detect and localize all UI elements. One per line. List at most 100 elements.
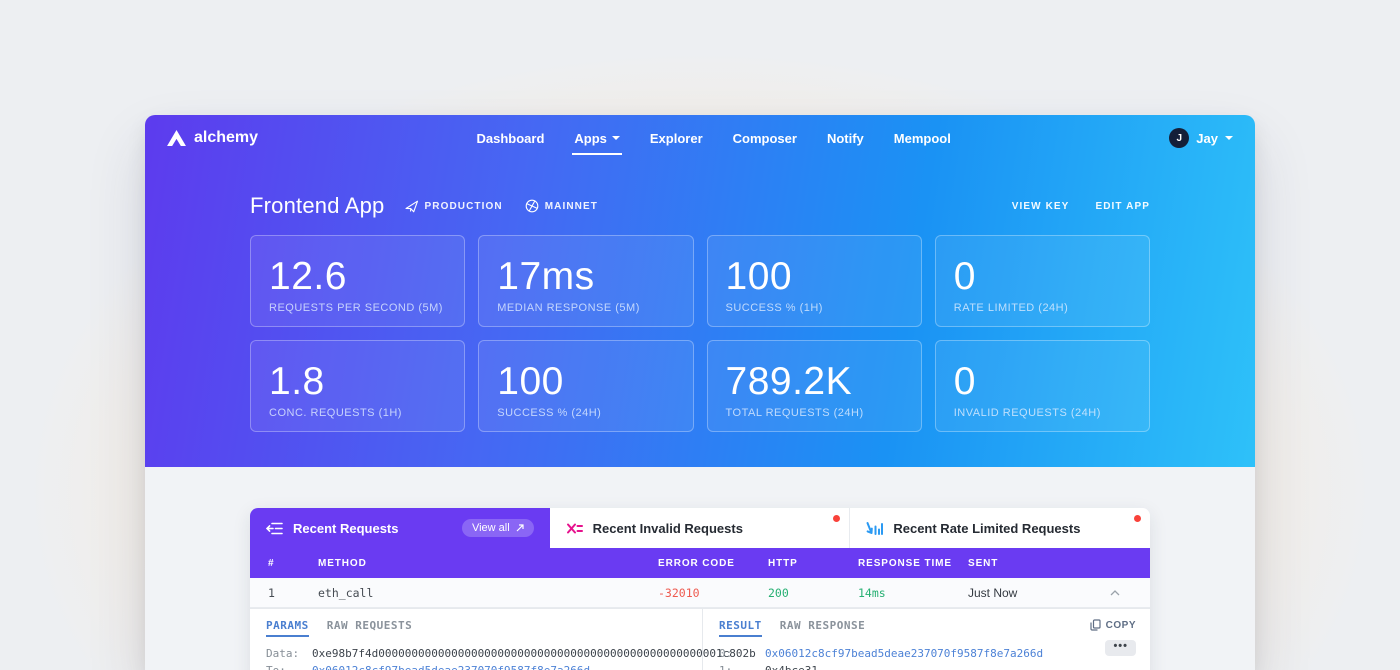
collapse-row-button[interactable] xyxy=(1110,590,1132,596)
stats-grid: 12.6 REQUESTS PER SECOND (5M) 17ms MEDIA… xyxy=(250,235,1150,432)
field-row-1: 1: 0x4bce31 xyxy=(719,662,1134,670)
field-row-data: Data: 0xe98b7f4d000000000000000000000000… xyxy=(266,645,686,662)
brand[interactable]: alchemy xyxy=(167,129,258,147)
tab-result[interactable]: RESULT xyxy=(719,619,762,637)
table-row[interactable]: 1 eth_call -32010 200 14ms Just Now xyxy=(250,578,1150,608)
request-pane-tabs: PARAMS RAW REQUESTS xyxy=(266,619,686,637)
stat-label: REQUESTS PER SECOND (5M) xyxy=(269,302,446,314)
recent-requests-icon xyxy=(266,521,283,536)
row-http-status: 200 xyxy=(768,586,858,600)
production-badge: PRODUCTION xyxy=(405,199,503,213)
stat-label: INVALID REQUESTS (24H) xyxy=(954,407,1131,419)
more-options-button[interactable]: ••• xyxy=(1105,640,1136,656)
view-key-button[interactable]: VIEW KEY xyxy=(1012,201,1070,212)
copy-icon xyxy=(1090,619,1101,631)
rate-limited-requests-icon xyxy=(866,521,883,536)
stat-value: 12.6 xyxy=(269,254,446,300)
production-badge-label: PRODUCTION xyxy=(425,201,503,212)
stat-card-requests-per-second: 12.6 REQUESTS PER SECOND (5M) xyxy=(250,235,465,327)
stat-card-invalid-requests: 0 INVALID REQUESTS (24H) xyxy=(935,340,1150,432)
tab-label: Recent Requests xyxy=(293,521,398,536)
top-navbar: alchemy Dashboard Apps Explorer Composer… xyxy=(145,115,1255,161)
user-menu[interactable]: J Jay xyxy=(1169,128,1233,148)
notification-dot xyxy=(833,515,840,522)
tab-recent-invalid-requests[interactable]: Recent Invalid Requests xyxy=(550,508,850,548)
alchemy-logo-icon xyxy=(167,130,186,147)
app-header-actions: VIEW KEY EDIT APP xyxy=(1012,201,1150,212)
address-link[interactable]: 0x06012c8cf97bead5deae237070f9587f8e7a26… xyxy=(312,662,590,670)
nav-items: Dashboard Apps Explorer Composer Notify … xyxy=(476,131,950,146)
stat-card-total-requests: 789.2K TOTAL REQUESTS (24H) xyxy=(707,340,922,432)
tab-params[interactable]: PARAMS xyxy=(266,619,309,637)
tab-label: Recent Rate Limited Requests xyxy=(893,521,1080,536)
brand-label: alchemy xyxy=(194,129,258,147)
avatar: J xyxy=(1169,128,1189,148)
tab-raw-requests[interactable]: RAW REQUESTS xyxy=(327,619,412,637)
field-value: 0xe98b7f4d000000000000000000000000000000… xyxy=(312,645,756,662)
requests-panel: Recent Requests View all Recent Invalid … xyxy=(250,508,1150,670)
notification-dot xyxy=(1134,515,1141,522)
field-label: 1: xyxy=(719,662,765,670)
hero-section: alchemy Dashboard Apps Explorer Composer… xyxy=(145,115,1255,467)
copy-label: COPY xyxy=(1106,620,1136,631)
tab-recent-requests[interactable]: Recent Requests View all xyxy=(250,508,550,548)
app-header: Frontend App PRODUCTION MAINNET VIEW KEY xyxy=(250,193,1150,219)
tab-recent-rate-limited-requests[interactable]: Recent Rate Limited Requests xyxy=(849,508,1150,548)
nav-item-notify[interactable]: Notify xyxy=(827,131,864,146)
stat-value: 789.2K xyxy=(726,359,903,405)
row-sent: Just Now xyxy=(968,586,1110,600)
column-header-error-code: ERROR CODE xyxy=(658,558,768,569)
page-title: Frontend App xyxy=(250,193,385,219)
nav-item-composer[interactable]: Composer xyxy=(733,131,797,146)
column-header-method: METHOD xyxy=(318,558,658,569)
user-name: Jay xyxy=(1196,131,1218,146)
stat-label: SUCCESS % (24H) xyxy=(497,407,674,419)
requests-tabs: Recent Requests View all Recent Invalid … xyxy=(250,508,1150,548)
external-link-icon xyxy=(516,524,524,532)
response-pane: RESULT RAW RESPONSE 0: 0x06012c8cf97bead… xyxy=(703,609,1150,670)
chevron-down-icon xyxy=(1225,136,1233,140)
stat-value: 100 xyxy=(497,359,674,405)
stat-value: 1.8 xyxy=(269,359,446,405)
stat-value: 100 xyxy=(726,254,903,300)
globe-icon xyxy=(525,199,539,213)
field-label: To: xyxy=(266,662,312,670)
field-label: 0: xyxy=(719,645,765,662)
copy-button[interactable]: COPY xyxy=(1090,619,1136,631)
field-value: 0x4bce31 xyxy=(765,662,818,670)
edit-app-button[interactable]: EDIT APP xyxy=(1095,201,1150,212)
view-all-label: View all xyxy=(472,522,510,534)
stat-card-success-1h: 100 SUCCESS % (1H) xyxy=(707,235,922,327)
lower-section: Recent Requests View all Recent Invalid … xyxy=(145,467,1255,670)
stat-label: SUCCESS % (1H) xyxy=(726,302,903,314)
row-response-time: 14ms xyxy=(858,586,968,600)
stat-label: MEDIAN RESPONSE (5M) xyxy=(497,302,674,314)
tab-raw-response[interactable]: RAW RESPONSE xyxy=(780,619,865,637)
stat-label: RATE LIMITED (24H) xyxy=(954,302,1131,314)
stat-card-median-response: 17ms MEDIAN RESPONSE (5M) xyxy=(478,235,693,327)
address-link[interactable]: 0x06012c8cf97bead5deae237070f9587f8e7a26… xyxy=(765,645,1043,662)
stat-card-rate-limited: 0 RATE LIMITED (24H) xyxy=(935,235,1150,327)
rocket-icon xyxy=(405,200,419,213)
column-header-http: HTTP xyxy=(768,558,858,569)
mainnet-badge: MAINNET xyxy=(525,199,598,213)
row-method: eth_call xyxy=(318,586,658,600)
nav-item-apps[interactable]: Apps xyxy=(574,131,620,146)
view-all-button[interactable]: View all xyxy=(462,519,534,537)
app-badges: PRODUCTION MAINNET xyxy=(405,199,599,213)
column-header-response-time: RESPONSE TIME xyxy=(858,558,968,569)
field-row-to: To: 0x06012c8cf97bead5deae237070f9587f8e… xyxy=(266,662,686,670)
stat-card-conc-requests: 1.8 CONC. REQUESTS (1H) xyxy=(250,340,465,432)
field-label: Data: xyxy=(266,645,312,662)
column-header-sent: SENT xyxy=(968,558,1110,569)
nav-item-explorer[interactable]: Explorer xyxy=(650,131,703,146)
nav-item-dashboard[interactable]: Dashboard xyxy=(476,131,544,146)
stat-value: 0 xyxy=(954,254,1131,300)
request-fields: Data: 0xe98b7f4d000000000000000000000000… xyxy=(266,645,686,670)
chevron-down-icon xyxy=(612,136,620,140)
app-window: alchemy Dashboard Apps Explorer Composer… xyxy=(145,115,1255,670)
nav-item-mempool[interactable]: Mempool xyxy=(894,131,951,146)
response-pane-tabs: RESULT RAW RESPONSE xyxy=(719,619,1134,637)
column-header-index: # xyxy=(268,558,318,569)
table-header: # METHOD ERROR CODE HTTP RESPONSE TIME S… xyxy=(250,548,1150,578)
